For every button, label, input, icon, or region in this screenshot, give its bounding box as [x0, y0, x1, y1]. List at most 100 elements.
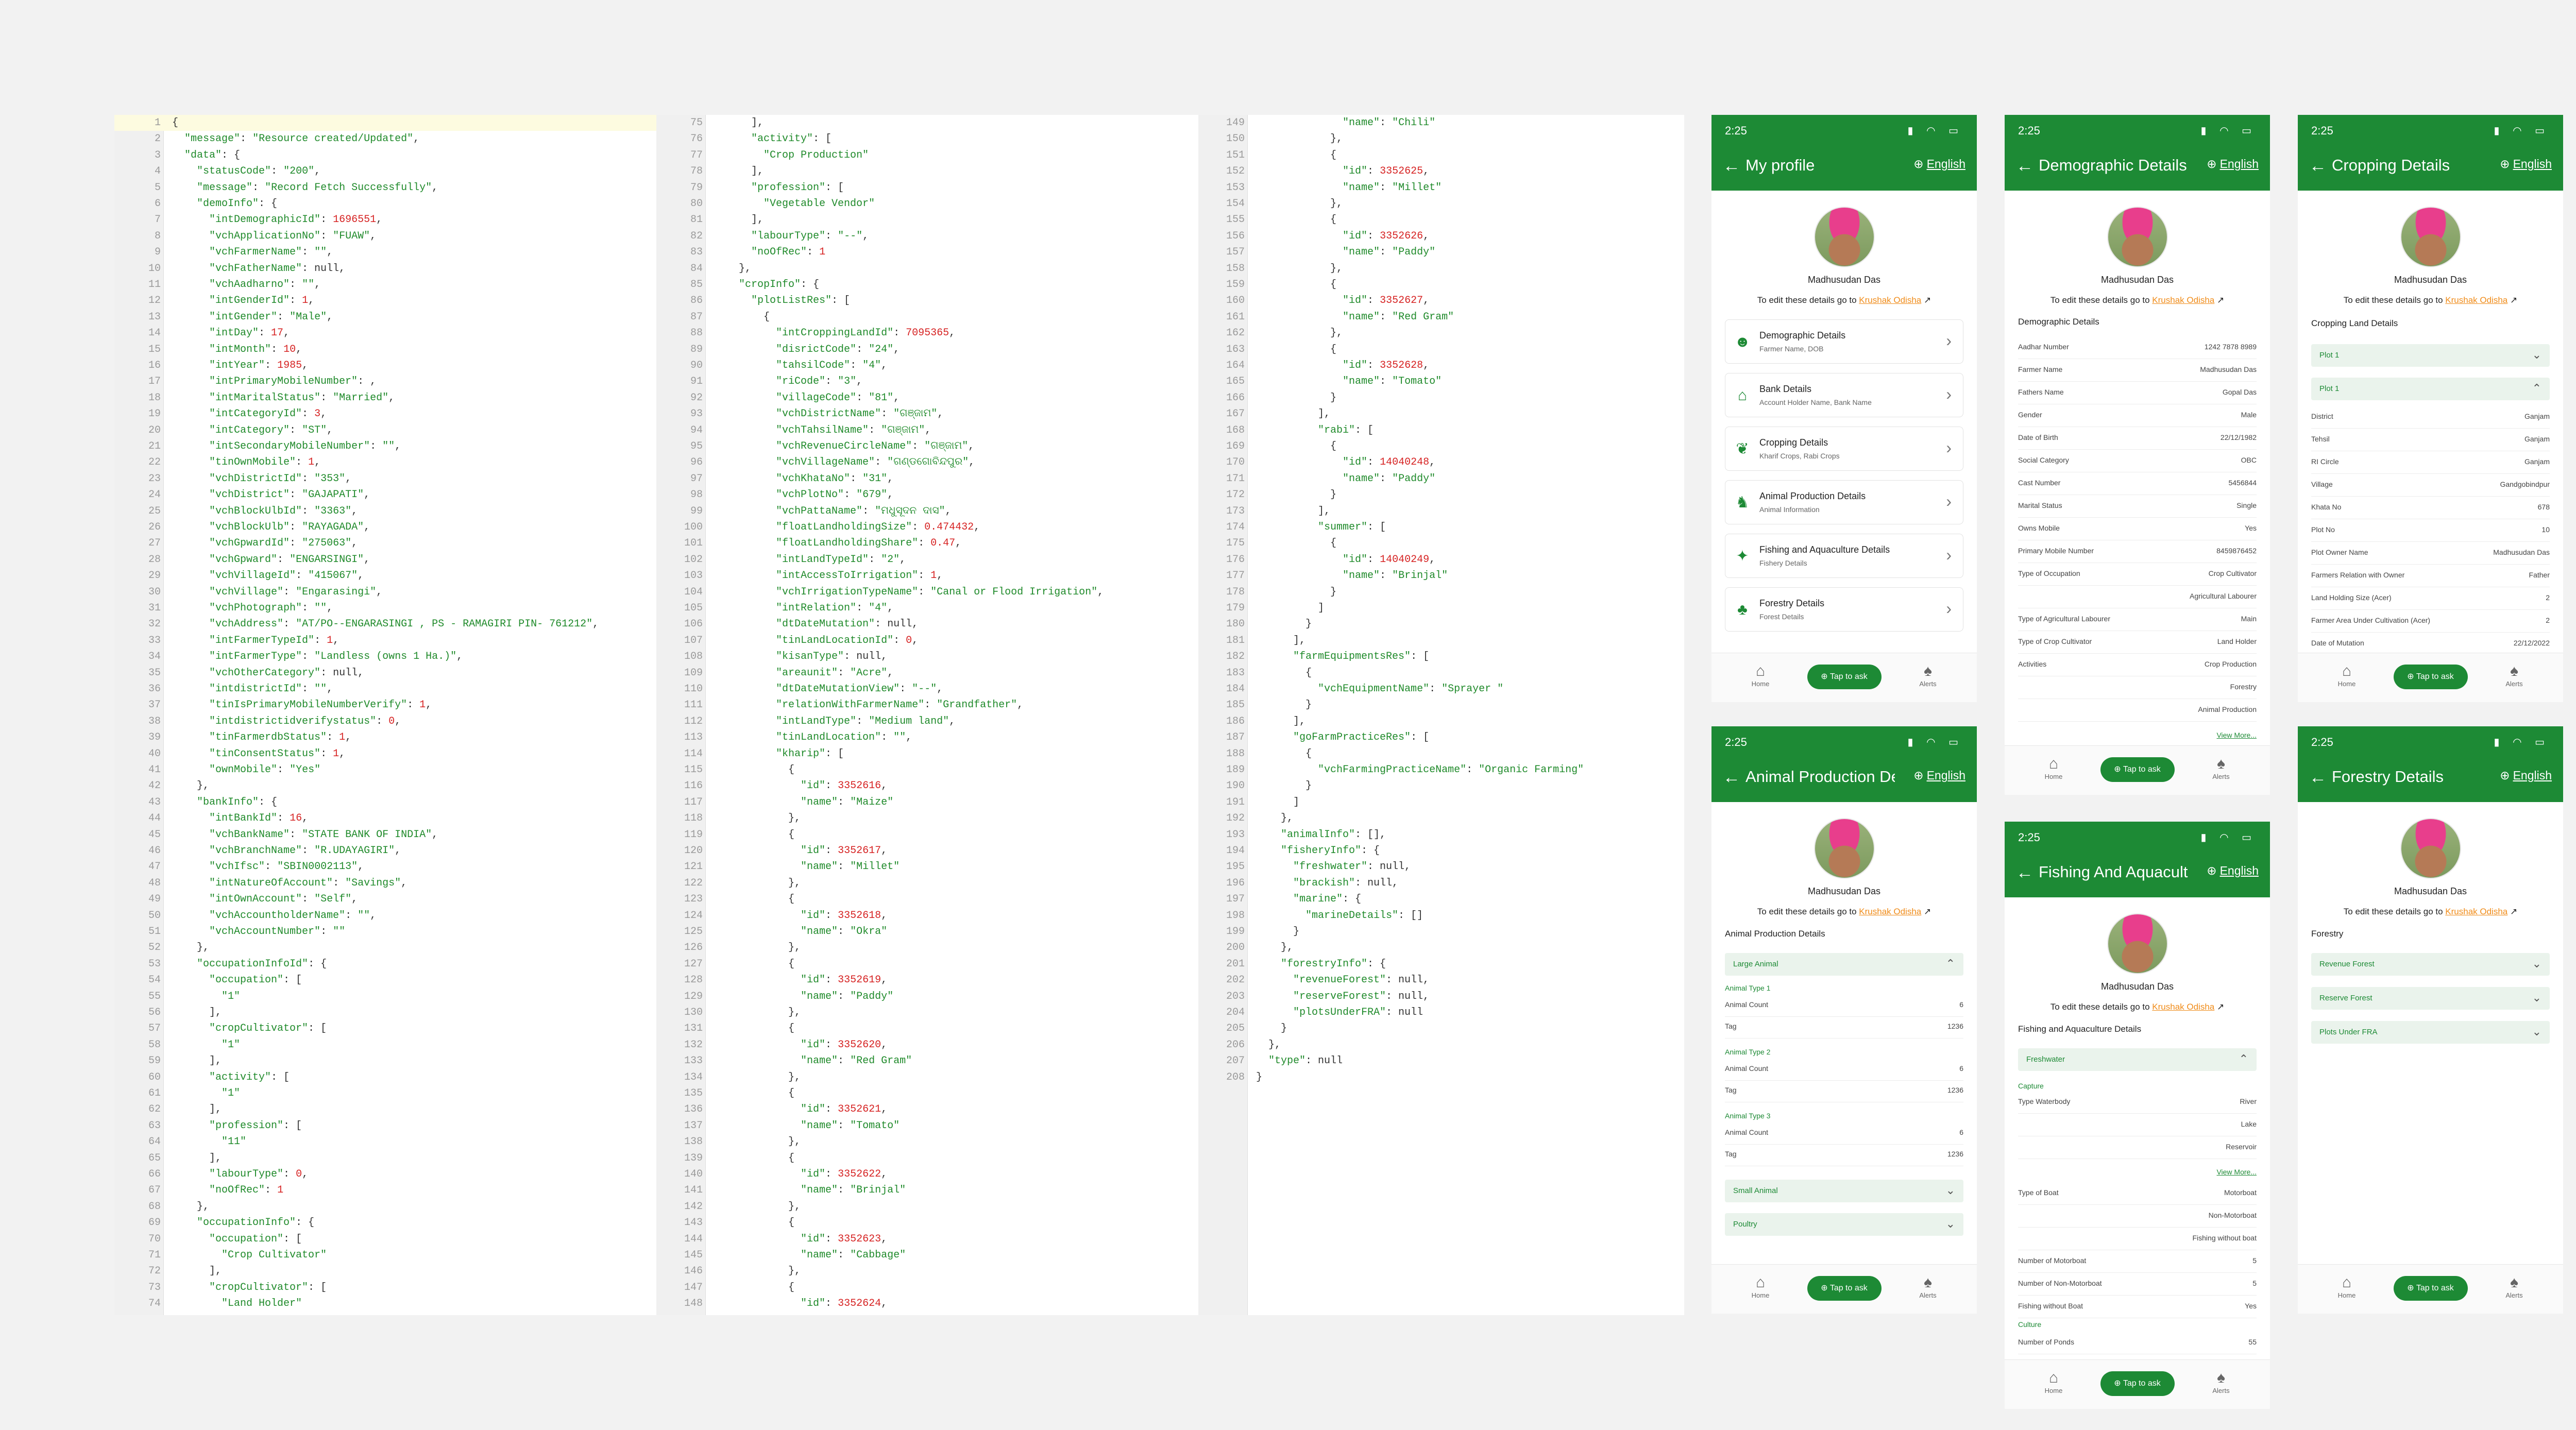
back-arrow-icon[interactable]: ← — [2309, 157, 2327, 175]
code-line: 107 "tinLandLocationId": 0, — [656, 633, 1198, 649]
code-line: 95 "vchRevenueCircleName": "ଗଞ୍ଜାମ", — [656, 438, 1198, 454]
code-line: 128 "id": 3352619, — [656, 972, 1198, 988]
line-number: 75 — [690, 117, 703, 129]
card-subtitle: Fishery Details — [1759, 559, 1807, 567]
krushak-odisha-link[interactable]: Krushak Odisha — [2445, 907, 2507, 916]
view-more-link[interactable]: View More... — [2216, 731, 2257, 739]
code-text: "name": "Tomato" — [1343, 376, 1442, 388]
phone-cropping: 2:25 ▮ ◠ ▭ ← Cropping Details ⊕ English M… — [2298, 115, 2563, 702]
code-line: 159 { — [1198, 277, 1684, 293]
krushak-odisha-link[interactable]: Krushak Odisha — [1859, 907, 1921, 916]
code-line: 97 "vchKhataNo": "31", — [656, 471, 1198, 487]
line-number: 179 — [1226, 602, 1245, 614]
code-line: 15 "intMonth": 10, — [114, 342, 656, 358]
small-animal-accordion[interactable]: Small Animal ⌄ — [1725, 1180, 1963, 1202]
code-line: 52 }, — [114, 940, 656, 956]
code-text: "reserveForest": null, — [1293, 990, 1430, 1002]
krushak-odisha-link[interactable]: Krushak Odisha — [2152, 295, 2214, 305]
nav-alerts[interactable]: ♠ Alerts — [1915, 662, 1941, 688]
profile-card[interactable]: ⌂ Bank Details Account Holder Name, Bank N… — [1725, 373, 1963, 417]
code-line: 90 "tahsilCode": "4", — [656, 358, 1198, 373]
code-line: 124 "id": 3352618, — [656, 908, 1198, 924]
code-line: 204 "plotsUnderFRA": null — [1198, 1005, 1684, 1020]
code-text: "intLandTypeId": "2", — [776, 553, 906, 566]
code-line: 195 "freshwater": null, — [1198, 859, 1684, 875]
language-toggle[interactable]: ⊕ English — [2207, 864, 2259, 878]
profile-card[interactable]: ♣ Forestry Details Forest Details › — [1725, 587, 1963, 632]
nav-home[interactable]: ⌂ Home — [1748, 1274, 1773, 1299]
detail-row: Village Gandgobindpur — [2311, 474, 2550, 497]
profile-card[interactable]: ❦ Cropping Details Kharif Crops, Rabi Crop… — [1725, 427, 1963, 471]
nav-alerts[interactable]: ♠ Alerts — [1915, 1274, 1941, 1299]
code-text: }, — [172, 942, 210, 954]
nav-home[interactable]: ⌂ Home — [2334, 662, 2360, 688]
language-toggle[interactable]: ⊕ English — [1913, 769, 1965, 782]
code-line: 24 "vchDistrict": "GAJAPATI", — [114, 487, 656, 503]
avatar — [2107, 913, 2168, 974]
forest-accordion[interactable]: Plots Under FRA ⌄ — [2311, 1021, 2550, 1044]
code-line: 178 } — [1198, 584, 1684, 600]
nav-home[interactable]: ⌂ Home — [2041, 1369, 2066, 1394]
row-value: 5 — [2252, 1279, 2257, 1287]
row-label: Farmers Relation with Owner — [2311, 571, 2405, 579]
tap-to-ask-button[interactable]: ⊕ Tap to ask — [2100, 1371, 2175, 1396]
back-arrow-icon[interactable]: ← — [1723, 769, 1740, 786]
profile-card[interactable]: ✦ Fishing and Aquaculture Details Fishery … — [1725, 534, 1963, 578]
profile-card[interactable]: ☻ Demographic Details Farmer Name, DOB › — [1725, 319, 1963, 364]
language-toggle[interactable]: ⊕ English — [2207, 157, 2259, 171]
large-animal-accordion[interactable]: Large Animal ⌃ — [1725, 953, 1963, 976]
code-line: 26 "vchBlockUlb": "RAYAGADA", — [114, 519, 656, 535]
language-toggle[interactable]: ⊕ English — [1913, 157, 1965, 171]
plot-accordion-expanded[interactable]: Plot 1 ⌃ — [2311, 378, 2550, 400]
forest-accordion[interactable]: Revenue Forest ⌄ — [2311, 953, 2550, 976]
tap-to-ask-button[interactable]: ⊕ Tap to ask — [2393, 665, 2468, 689]
language-toggle[interactable]: ⊕ English — [2500, 769, 2552, 782]
back-arrow-icon[interactable]: ← — [2016, 864, 2033, 881]
line-number: 100 — [684, 521, 703, 533]
row-value: 1242 7878 8989 — [2204, 343, 2257, 351]
back-arrow-icon[interactable]: ← — [2309, 769, 2327, 786]
tap-to-ask-button[interactable]: ⊕ Tap to ask — [2100, 757, 2175, 782]
code-line: 2 "message": "Resource created/Updated", — [114, 131, 656, 147]
code-text: "Crop Production" — [764, 149, 869, 161]
nav-home[interactable]: ⌂ Home — [2041, 755, 2066, 780]
language-toggle[interactable]: ⊕ English — [2500, 157, 2552, 171]
poultry-accordion[interactable]: Poultry ⌄ — [1725, 1213, 1963, 1236]
krushak-odisha-link[interactable]: Krushak Odisha — [2152, 1002, 2214, 1012]
app-header: 2:25 ▮ ◠ ▭ ← Animal Production Details ⊕… — [1711, 726, 1977, 802]
tap-to-ask-button[interactable]: ⊕ Tap to ask — [2393, 1276, 2468, 1301]
nav-alerts[interactable]: ♠ Alerts — [2208, 755, 2234, 780]
line-number: 187 — [1226, 731, 1245, 744]
code-text: "vchPlotNo": "679", — [776, 489, 894, 501]
nav-alerts[interactable]: ♠ Alerts — [2501, 1274, 2527, 1299]
nav-alerts[interactable]: ♠ Alerts — [2208, 1369, 2234, 1394]
krushak-odisha-link[interactable]: Krushak Odisha — [1859, 295, 1921, 305]
code-text: "vchAadharno": "", — [209, 279, 321, 291]
code-text: "ownMobile": "Yes" — [209, 764, 321, 776]
freshwater-accordion[interactable]: Freshwater ⌃ — [2018, 1048, 2257, 1071]
code-text: "id": 3352617, — [801, 845, 888, 857]
back-arrow-icon[interactable]: ← — [2016, 157, 2033, 175]
nav-alerts[interactable]: ♠ Alerts — [2501, 662, 2527, 688]
line-number: 97 — [690, 472, 703, 485]
back-arrow-icon[interactable]: ← — [1723, 157, 1740, 175]
row-label: Fishing without Boat — [2018, 1302, 2083, 1310]
nav-home[interactable]: ⌂ Home — [2334, 1274, 2360, 1299]
krushak-odisha-link[interactable]: Krushak Odisha — [2445, 295, 2507, 305]
detail-row: Lake — [2018, 1114, 2257, 1136]
nav-home[interactable]: ⌂ Home — [1748, 662, 1773, 688]
code-text: "intPrimaryMobileNumber": , — [209, 376, 377, 388]
plot-accordion-collapsed[interactable]: Plot 1 ⌄ — [2311, 344, 2550, 367]
code-line: 67 "noOfRec": 1 — [114, 1182, 656, 1198]
code-line: 138 }, — [656, 1134, 1198, 1150]
tap-to-ask-button[interactable]: ⊕ Tap to ask — [1807, 1276, 1882, 1301]
forest-accordion[interactable]: Reserve Forest ⌄ — [2311, 987, 2550, 1010]
view-more-link[interactable]: View More... — [2216, 1168, 2257, 1176]
code-text: "intFarmerTypeId": 1, — [209, 634, 340, 646]
tap-to-ask-button[interactable]: ⊕ Tap to ask — [1807, 665, 1882, 689]
card-subtitle: Account Holder Name, Bank Name — [1759, 398, 1872, 406]
code-line: 98 "vchPlotNo": "679", — [656, 487, 1198, 503]
profile-card[interactable]: ♞ Animal Production Details Animal Informa… — [1725, 480, 1963, 524]
code-text: "name": "Brinjal" — [801, 1184, 906, 1197]
line-number: 176 — [1226, 553, 1245, 566]
